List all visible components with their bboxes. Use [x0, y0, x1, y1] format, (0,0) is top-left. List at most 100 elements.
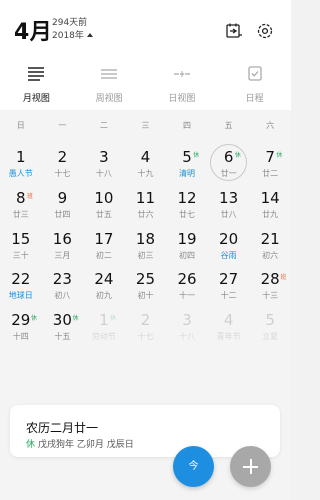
calendar-app: 4月 294天前 2018年 月视图 周视图 日视图 日程 日 一 二 三 四 …: [0, 0, 291, 500]
add-event-button[interactable]: [230, 446, 271, 487]
weekday-label: 六: [266, 121, 275, 130]
day-cell[interactable]: 21 初六: [249, 224, 291, 265]
lunar-label: 立夏: [262, 332, 279, 342]
weekday-header: 日 一 二 三 四 五 六: [0, 110, 291, 142]
lunar-label: 初四: [179, 250, 196, 260]
day-number: 23: [52, 270, 72, 289]
lunar-label: 廿九: [262, 209, 279, 219]
lunar-label: 初三: [137, 250, 154, 260]
day-cell[interactable]: 13 廿八: [208, 183, 250, 224]
day-cell[interactable]: 4 十九: [125, 142, 167, 183]
day-cell[interactable]: 16 三月: [42, 224, 84, 265]
day-cell[interactable]: 4 青年节: [208, 305, 250, 346]
today-button[interactable]: 今: [173, 446, 214, 487]
weekday-label: 四: [183, 121, 192, 130]
day-number: 22: [11, 270, 31, 289]
week-row: 1 愚人节 2 十七 3 十八 4 十九 5 清明休 6 廿一休 7 廿二休: [0, 142, 291, 183]
weekday-label: 五: [224, 121, 233, 130]
week-row: 29 十四休 30 十五休 1 劳动节休 2 十七 3 十八 4 青年节 5 立夏: [0, 305, 291, 346]
day-cell[interactable]: 2 十七: [125, 305, 167, 346]
day-cell[interactable]: 30 十五休: [42, 305, 84, 346]
lunar-label: 十五: [54, 332, 71, 342]
rest-tag: 休: [26, 440, 36, 450]
day-cell[interactable]: 14 廿九: [249, 183, 291, 224]
tab-week-view[interactable]: 周视图: [73, 56, 146, 110]
lunar-label: 十二: [220, 291, 237, 301]
day-cell[interactable]: 5 立夏: [249, 305, 291, 346]
day-cell[interactable]: 12 廿七: [166, 183, 208, 224]
lunar-label: 清明: [179, 169, 196, 178]
lunar-label: 廿二: [262, 169, 279, 178]
day-cell[interactable]: 2 十七: [42, 142, 84, 183]
day-number: 3: [99, 148, 109, 166]
day-cell[interactable]: 5 清明 休: [166, 142, 208, 183]
day-cell[interactable]: 3 十八: [166, 305, 208, 346]
day-cell[interactable]: 26 十一: [166, 264, 208, 305]
day-cell[interactable]: 23 初八: [42, 264, 84, 305]
lunar-label: 初十: [137, 291, 154, 301]
weekday-label: 日: [16, 121, 25, 130]
tab-month-view[interactable]: 月视图: [0, 56, 73, 110]
tab-schedule[interactable]: 日程: [218, 56, 291, 110]
year-selector[interactable]: 2018年: [52, 28, 93, 41]
holiday-badge: 休: [276, 152, 283, 159]
lunar-label: 初二: [95, 250, 112, 260]
day-number: 12: [177, 188, 197, 207]
lunar-label: 十七: [54, 169, 71, 178]
holiday-badge: 休: [31, 315, 38, 323]
weekday-label: 二: [99, 121, 108, 130]
lunar-label: 廿一: [220, 169, 237, 178]
day-number: 7: [265, 148, 275, 166]
holiday-badge: 休: [193, 152, 200, 159]
day-cell[interactable]: 10 廿五: [83, 183, 125, 224]
day-cell[interactable]: 28 十三班: [249, 264, 291, 305]
day-cell[interactable]: 22 地球日: [0, 264, 42, 305]
view-tabs: 月视图 周视图 日视图 日程: [0, 56, 291, 110]
day-cell[interactable]: 1 劳动节 休: [83, 305, 125, 346]
day-number: 18: [135, 229, 156, 248]
lunar-label: 廿八: [220, 209, 237, 219]
lunar-label: 廿五: [95, 209, 112, 219]
week-row: 8 廿三 班 9 廿四 10 廿五 11 廿六 12 廿七 13 廿八 14 廿九: [0, 183, 291, 224]
day-cell-today[interactable]: 6 廿一 休: [208, 142, 250, 183]
week-row: 22 地球日 23 初八 24 初九 25 初十 26 十一 27 十二 28 十三班: [0, 264, 291, 305]
day-number: 11: [135, 188, 156, 207]
tab-day-view[interactable]: 日视图: [146, 56, 219, 110]
day-cell[interactable]: 8 廿三 班: [0, 183, 42, 224]
month-title[interactable]: 4月: [14, 14, 52, 46]
day-cell[interactable]: 19 初四: [166, 224, 208, 265]
lunar-label: 劳动节: [91, 332, 116, 342]
settings-gear-icon[interactable]: [256, 22, 274, 40]
day-cell[interactable]: 25 初十: [125, 264, 167, 305]
day-cell[interactable]: 9 廿四: [42, 183, 84, 224]
days-ago-label: 294天前: [52, 18, 88, 28]
day-cell[interactable]: 18 初三: [125, 224, 167, 265]
caret-up-icon: [86, 32, 93, 37]
day-cell[interactable]: 24 初九: [83, 264, 125, 305]
calendar-jump-icon[interactable]: [225, 22, 243, 40]
day-number: 4: [140, 148, 151, 166]
lunar-label: 初八: [54, 291, 71, 301]
day-cell[interactable]: 29 十四休: [0, 305, 42, 346]
lunar-label: 三月: [54, 250, 71, 260]
day-cell[interactable]: 3 十八: [83, 142, 125, 183]
ganzhi-line: 休戊戌狗年 乙卯月 戊辰日: [26, 437, 134, 450]
day-cell[interactable]: 1 愚人节: [0, 142, 42, 183]
day-cell[interactable]: 20 谷雨: [208, 224, 250, 265]
holiday-badge: 休: [110, 315, 117, 323]
day-cell[interactable]: 27 十二: [208, 264, 250, 305]
ganzhi-text: 戊戌狗年 乙卯月 戊辰日: [38, 440, 134, 450]
lunar-label: 十九: [137, 169, 154, 178]
day-cell[interactable]: 17 初二: [83, 224, 125, 265]
day-cell[interactable]: 15 三十: [0, 224, 42, 265]
day-cell[interactable]: 7 廿二 休: [249, 142, 291, 183]
lunar-label: 廿三: [12, 209, 29, 219]
lunar-label: 谷雨: [220, 250, 237, 260]
day-number: 8: [16, 188, 26, 207]
day-number: 5: [265, 311, 275, 330]
weekday-label: 三: [141, 121, 150, 130]
lunar-label: 十四: [12, 332, 29, 342]
day-view-icon: [173, 71, 190, 77]
year-label: 2018年: [52, 31, 84, 41]
day-cell[interactable]: 11 廿六: [125, 183, 167, 224]
